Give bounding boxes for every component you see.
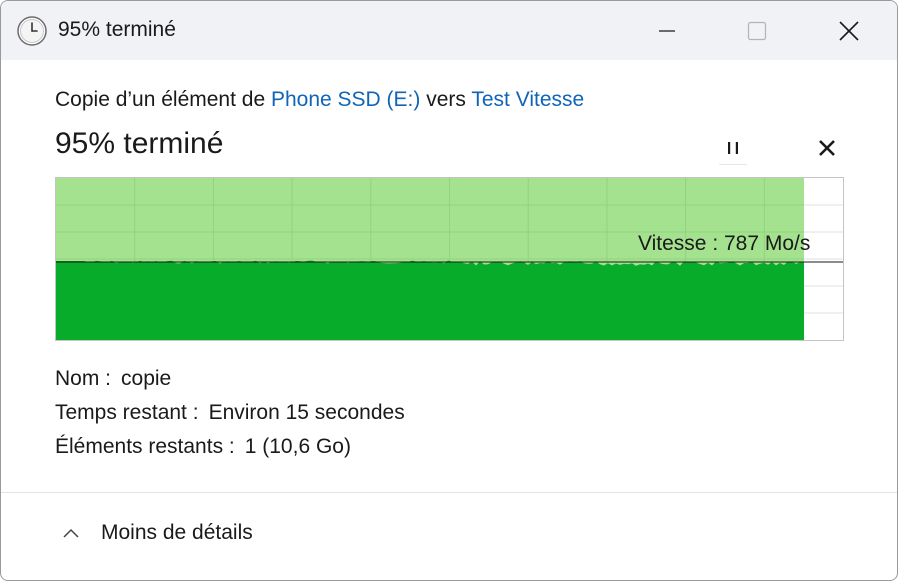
- speed-area: [56, 260, 804, 340]
- close-icon: [839, 20, 859, 41]
- less-details-label: Moins de détails: [101, 521, 253, 544]
- divider: [1, 492, 897, 493]
- clock-icon: [16, 15, 48, 47]
- maximize-button[interactable]: [711, 1, 803, 60]
- chevron-up-icon: [63, 528, 79, 538]
- close-button[interactable]: [803, 1, 895, 60]
- progress-status: 95% terminé: [55, 127, 224, 160]
- title-bar[interactable]: 95% terminé: [1, 1, 897, 60]
- copy-prefix: Copie d’un élément de: [55, 88, 271, 111]
- transfer-speed-graph: Vitesse : 787 Mo/s: [55, 177, 844, 341]
- speed-label: Vitesse : 787 Mo/s: [638, 232, 811, 255]
- cancel-button[interactable]: [807, 133, 847, 163]
- pause-button[interactable]: [713, 133, 753, 165]
- minimize-icon: [659, 29, 675, 32]
- cancel-x-icon: [819, 140, 835, 156]
- destination-link[interactable]: Test Vitesse: [471, 88, 584, 111]
- copy-description: Copie d’un élément de Phone SSD (E:) ver…: [55, 88, 584, 112]
- time-remaining-value: Environ 15 secondes: [208, 401, 405, 424]
- file-name-value: copie: [121, 367, 172, 390]
- minimize-button[interactable]: [621, 1, 713, 60]
- file-name-label: Nom :: [55, 367, 112, 390]
- dialog-content: Copie d’un élément de Phone SSD (E:) ver…: [1, 60, 897, 580]
- copy-progress-dialog: 95% terminé Copie d’un élément de Phone …: [0, 0, 898, 581]
- window-title: 95% terminé: [58, 18, 176, 41]
- items-remaining-label: Éléments restants :: [55, 435, 235, 458]
- time-remaining-row: Temps restant : Environ 15 secondes: [55, 401, 405, 425]
- items-remaining-value: 1 (10,6 Go): [244, 435, 351, 458]
- items-remaining-row: Éléments restants : 1 (10,6 Go): [55, 435, 351, 459]
- file-name-row: Nom : copie: [55, 367, 171, 391]
- source-link[interactable]: Phone SSD (E:): [271, 88, 420, 111]
- pause-icon: [728, 142, 738, 154]
- time-remaining-label: Temps restant :: [55, 401, 199, 424]
- maximize-icon: [747, 21, 767, 40]
- less-details-toggle[interactable]: Moins de détails: [61, 521, 253, 545]
- copy-middle: vers: [420, 88, 472, 111]
